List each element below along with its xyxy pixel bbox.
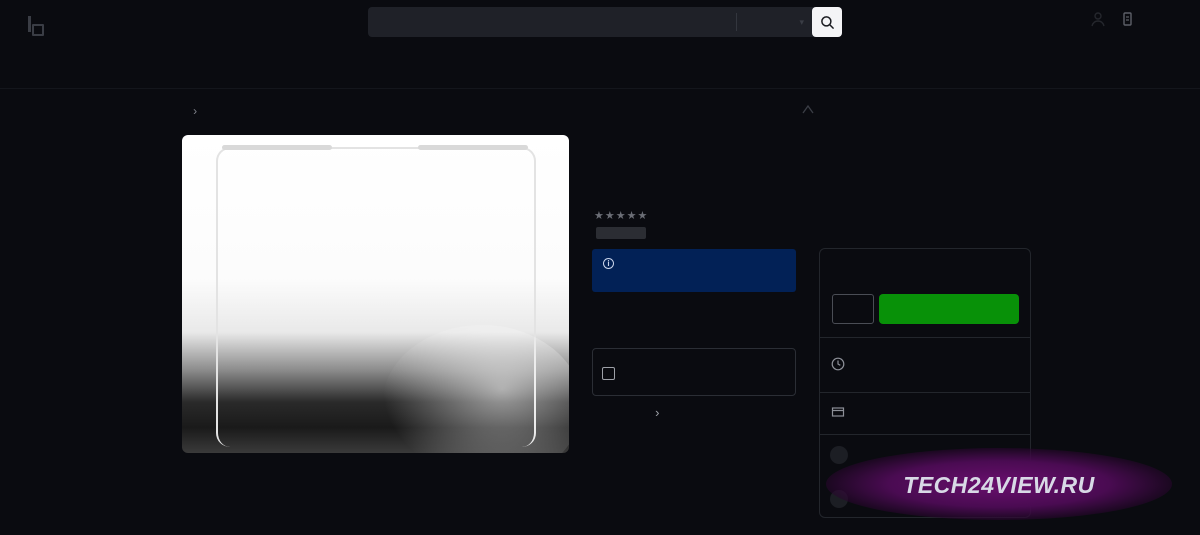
rating-stars: ★★★★★ [594,210,649,222]
more-options-text [594,407,597,419]
product-price [596,227,646,239]
search-input[interactable] [368,7,736,37]
product-image[interactable] [182,135,569,453]
quantity-select[interactable] [832,294,874,324]
option-checkbox-box[interactable] [592,348,796,396]
search-icon [820,15,834,29]
top-header: ▾ [0,0,1200,46]
avatar [830,446,848,464]
search-bar: ▾ [368,7,842,37]
share-icon[interactable] [802,104,814,114]
product-rating[interactable]: ★★★★★ [594,209,654,222]
nav-divider [0,88,1200,89]
category-nav [20,56,1180,78]
chevron-right-icon: › [193,104,198,118]
search-department-select[interactable]: ▾ [736,13,808,31]
breadcrumb-back-link[interactable] [180,105,183,117]
more-options-link[interactable]: › [594,405,659,420]
add-to-cart-button[interactable] [879,294,1019,324]
delivery-row [820,337,1030,392]
info-notice: i [592,249,796,292]
product-highlight [418,145,528,150]
watermark-text: TECH24VIEW.RU [903,472,1095,498]
watermark: TECH24VIEW.RU [826,448,1172,520]
share-links [790,104,814,114]
cart-icon[interactable] [1120,10,1136,28]
account-icon[interactable] [1090,10,1106,28]
option-checkbox[interactable] [602,367,615,380]
clock-icon [831,357,845,371]
pickup-row [820,392,1030,434]
info-icon: i [603,258,614,269]
site-logo[interactable] [26,12,156,36]
chevron-right-icon: › [655,405,660,420]
store-icon [831,407,845,417]
product-highlight [222,145,332,150]
logo-mark-icon [26,14,44,36]
breadcrumb: › [180,104,197,118]
search-button[interactable] [812,7,842,37]
header-actions [1090,10,1136,28]
